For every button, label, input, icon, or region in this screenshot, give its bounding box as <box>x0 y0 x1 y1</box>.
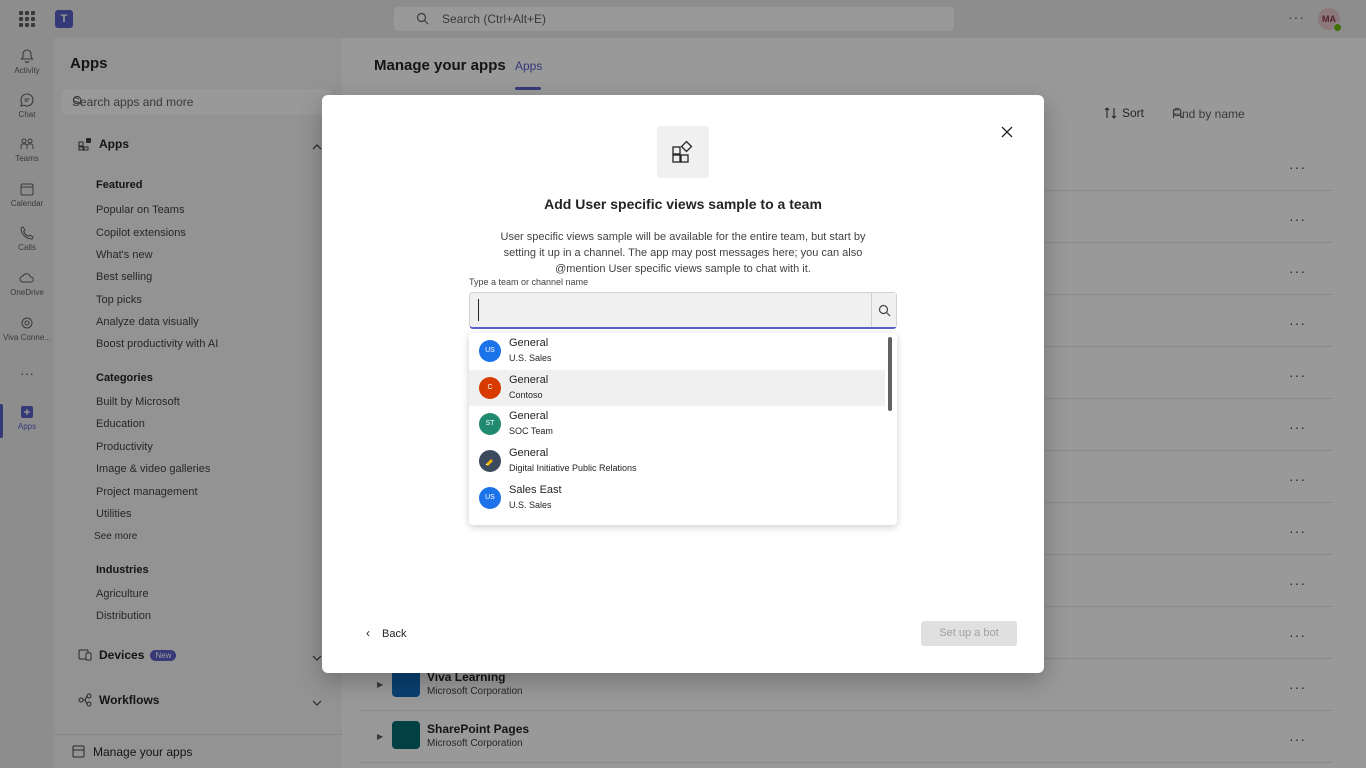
channel-suggestions-list: US General U.S. Sales C General Contoso … <box>469 333 897 525</box>
add-to-team-dialog: Add User specific views sample to a team… <box>322 95 1044 673</box>
channel-name: General <box>509 374 549 386</box>
field-label: Type a team or channel name <box>469 277 589 287</box>
team-name: Digital Initiative Public Relations <box>509 463 637 473</box>
team-avatar: US <box>479 487 501 509</box>
app-icon <box>672 140 693 163</box>
team-channel-input[interactable] <box>478 299 858 321</box>
channel-name: General <box>509 410 549 422</box>
list-item[interactable]: C General Contoso <box>469 370 885 406</box>
list-scrollbar[interactable] <box>888 337 892 411</box>
team-avatar: ST <box>479 413 501 435</box>
dialog-title: Add User specific views sample to a team <box>544 196 822 212</box>
search-icon <box>878 304 891 317</box>
app-tile <box>657 126 709 178</box>
set-up-bot-button[interactable]: Set up a bot <box>921 621 1017 646</box>
team-avatar-image <box>479 450 501 472</box>
back-label: Back <box>382 628 407 640</box>
team-name: SOC Team <box>509 426 553 436</box>
channel-name: Sales East <box>509 484 562 496</box>
list-item[interactable]: US Sales East U.S. Sales <box>469 480 885 516</box>
chevron-left-icon: ‹ <box>366 626 370 640</box>
search-button[interactable] <box>871 293 896 327</box>
team-channel-combobox[interactable] <box>469 292 897 329</box>
team-name: U.S. Sales <box>509 500 552 510</box>
channel-name: General <box>509 337 549 349</box>
list-item[interactable]: ST General SOC Team <box>469 406 885 442</box>
team-name: Contoso <box>509 390 543 400</box>
channel-name: General <box>509 447 549 459</box>
list-item[interactable]: US General U.S. Sales <box>469 333 885 369</box>
dialog-description: User specific views sample will be avail… <box>500 231 866 275</box>
megaphone-icon <box>485 459 493 466</box>
close-icon[interactable] <box>998 123 1016 141</box>
list-item[interactable]: General Digital Initiative Public Relati… <box>469 443 885 479</box>
team-avatar: US <box>479 340 501 362</box>
team-name: U.S. Sales <box>509 353 552 363</box>
team-avatar: C <box>479 377 501 399</box>
back-button[interactable]: ‹ Back <box>366 626 406 640</box>
